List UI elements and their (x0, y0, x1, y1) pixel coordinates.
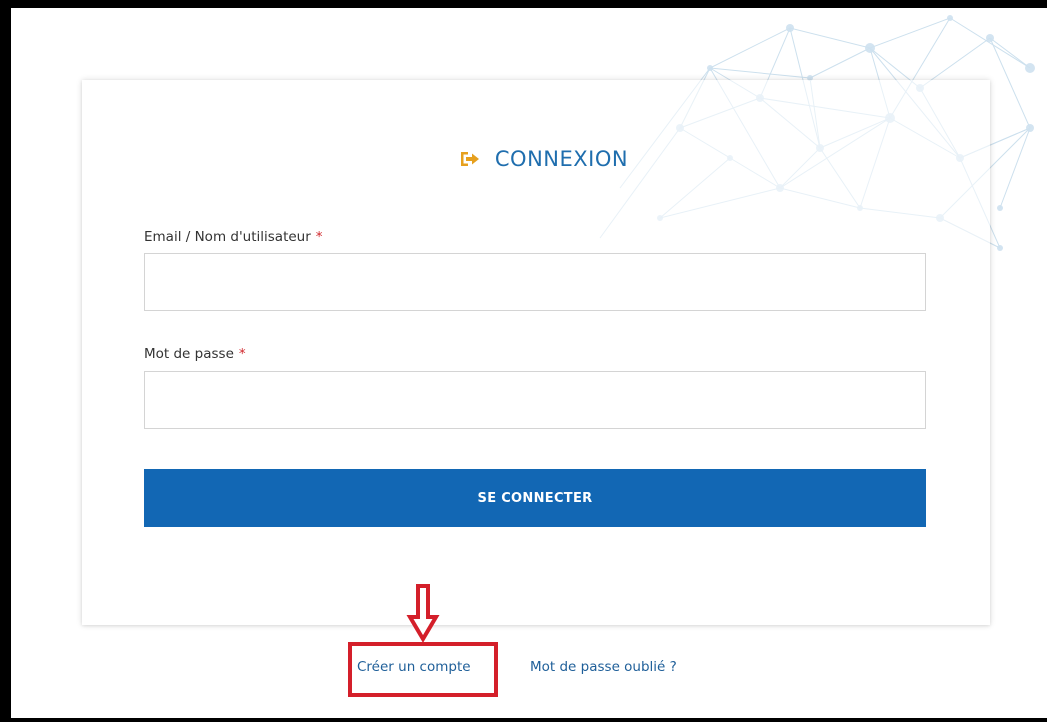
sign-in-icon (460, 152, 479, 166)
email-input[interactable] (144, 253, 926, 311)
required-marker: * (238, 346, 246, 362)
login-header: CONNEXION (0, 144, 1047, 174)
page-title: CONNEXION (494, 147, 629, 171)
down-arrow-icon (406, 584, 440, 643)
create-account-link[interactable]: Créer un compte (357, 659, 471, 675)
required-marker: * (315, 229, 323, 245)
email-label: Email / Nom d'utilisateur * (144, 229, 323, 245)
login-button[interactable]: SE CONNECTER (144, 469, 926, 527)
password-input[interactable] (144, 371, 926, 429)
password-label: Mot de passe * (144, 346, 246, 362)
forgot-password-link[interactable]: Mot de passe oublié ? (530, 659, 677, 675)
password-label-text: Mot de passe (144, 346, 234, 362)
email-label-text: Email / Nom d'utilisateur (144, 229, 311, 245)
